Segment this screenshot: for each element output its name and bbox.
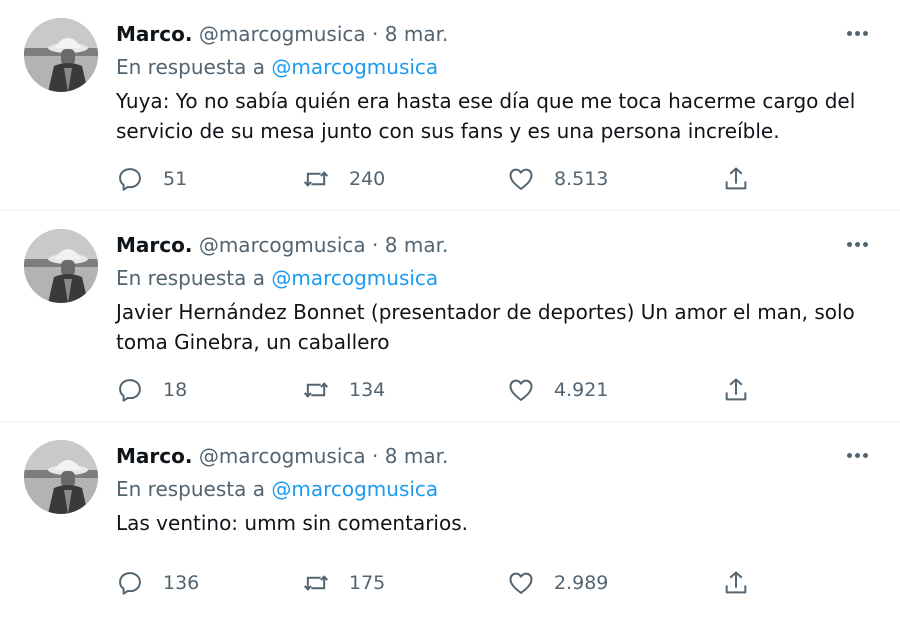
- reply-count: 136: [163, 572, 200, 594]
- tweet-date[interactable]: 8 mar.: [385, 444, 449, 468]
- heart-icon: [509, 379, 533, 401]
- retweet-button[interactable]: 240: [302, 162, 385, 196]
- tweet-text: Yuya: Yo no sabía quién era hasta ese dí…: [116, 89, 856, 143]
- reply-count: 18: [163, 379, 188, 401]
- author-name[interactable]: Marco.: [116, 444, 192, 468]
- retweet-count: 134: [349, 379, 386, 401]
- like-count: 4.921: [554, 379, 609, 401]
- header-separator: ·: [372, 22, 379, 46]
- speech-bubble-icon: [119, 379, 141, 402]
- retweet-count: 240: [349, 168, 386, 190]
- author-handle[interactable]: @marcogmusica: [199, 444, 366, 468]
- like-button[interactable]: 2.989: [507, 566, 608, 600]
- avatar[interactable]: [24, 440, 98, 514]
- like-button[interactable]: 8.513: [507, 162, 608, 196]
- reply-prefix: En respuesta a: [116, 477, 265, 501]
- reply-context: En respuesta a @marcogmusica: [116, 55, 438, 79]
- share-button[interactable]: [722, 373, 750, 407]
- reply-mention-link[interactable]: @marcogmusica: [271, 477, 438, 501]
- header-separator: ·: [372, 233, 379, 257]
- share-upload-icon: [725, 378, 747, 401]
- reply-prefix: En respuesta a: [116, 55, 265, 79]
- tweet-header: Marco. @marcogmusica · 8 mar.: [116, 233, 448, 257]
- tweet[interactable]: Marco. @marcogmusica · 8 mar. En respues…: [0, 422, 900, 633]
- retweet-arrows-icon: [303, 382, 329, 398]
- share-upload-icon: [725, 167, 747, 190]
- retweet-button[interactable]: 134: [302, 373, 385, 407]
- share-button[interactable]: [722, 566, 750, 600]
- avatar[interactable]: [24, 229, 98, 303]
- tweet-text: Javier Hernández Bonnet (presentador de …: [116, 300, 855, 354]
- more-horizontal-icon[interactable]: [842, 442, 872, 468]
- author-name[interactable]: Marco.: [116, 233, 192, 257]
- tweet-text: Las ventino: umm sin comentarios.: [116, 511, 468, 535]
- author-handle[interactable]: @marcogmusica: [199, 233, 366, 257]
- reply-prefix: En respuesta a: [116, 266, 265, 290]
- retweet-arrows-icon: [303, 171, 329, 187]
- reply-mention-link[interactable]: @marcogmusica: [271, 266, 438, 290]
- tweet[interactable]: Marco. @marcogmusica · 8 mar. En respues…: [0, 0, 900, 211]
- tweet-date[interactable]: 8 mar.: [385, 22, 449, 46]
- share-button[interactable]: [722, 162, 750, 196]
- reply-button[interactable]: 18: [116, 373, 187, 407]
- like-count: 2.989: [554, 572, 609, 594]
- speech-bubble-icon: [119, 572, 141, 595]
- tweet-feed: Marco. @marcogmusica · 8 mar. En respues…: [0, 0, 900, 633]
- reply-button[interactable]: 51: [116, 162, 187, 196]
- heart-icon: [509, 168, 533, 190]
- speech-bubble-icon: [119, 168, 141, 191]
- tweet-date[interactable]: 8 mar.: [385, 233, 449, 257]
- share-upload-icon: [725, 571, 747, 594]
- author-name[interactable]: Marco.: [116, 22, 192, 46]
- tweet-header: Marco. @marcogmusica · 8 mar.: [116, 22, 448, 46]
- more-horizontal-icon[interactable]: [842, 231, 872, 257]
- like-count: 8.513: [554, 168, 609, 190]
- tweet[interactable]: Marco. @marcogmusica · 8 mar. En respues…: [0, 211, 900, 422]
- reply-mention-link[interactable]: @marcogmusica: [271, 55, 438, 79]
- tweet-header: Marco. @marcogmusica · 8 mar.: [116, 444, 448, 468]
- more-horizontal-icon[interactable]: [842, 20, 872, 46]
- retweet-count: 175: [349, 572, 386, 594]
- retweet-button[interactable]: 175: [302, 566, 385, 600]
- avatar[interactable]: [24, 18, 98, 92]
- retweet-arrows-icon: [303, 575, 329, 591]
- author-handle[interactable]: @marcogmusica: [199, 22, 366, 46]
- header-separator: ·: [372, 444, 379, 468]
- like-button[interactable]: 4.921: [507, 373, 608, 407]
- reply-button[interactable]: 136: [116, 566, 199, 600]
- heart-icon: [509, 572, 533, 594]
- reply-context: En respuesta a @marcogmusica: [116, 266, 438, 290]
- reply-count: 51: [163, 168, 188, 190]
- reply-context: En respuesta a @marcogmusica: [116, 477, 438, 501]
